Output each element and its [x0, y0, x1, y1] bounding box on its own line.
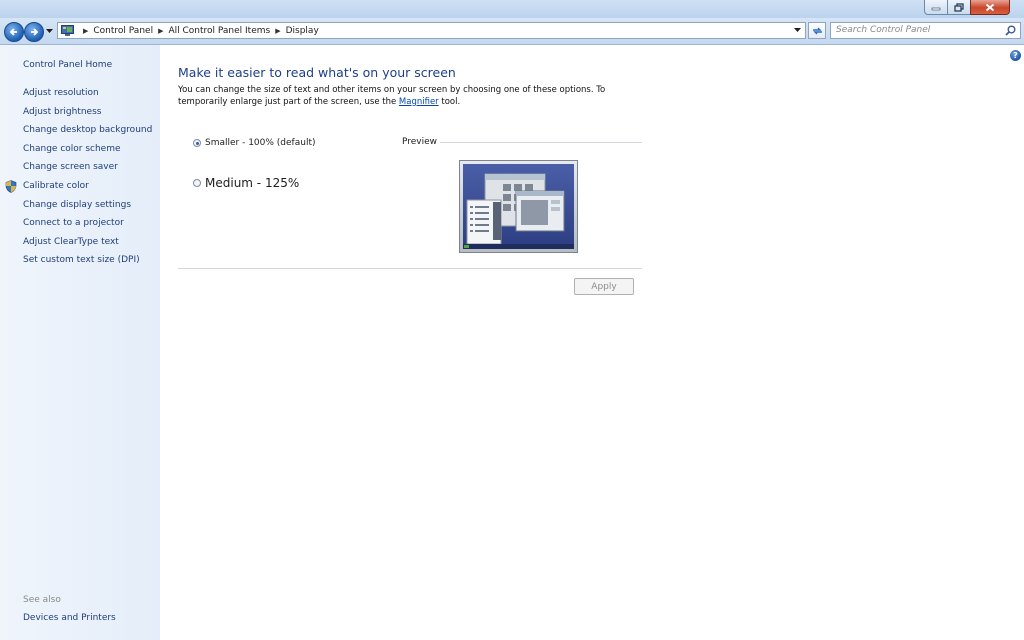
sidebar: Control Panel Home Adjust resolution Adj… — [0, 45, 160, 640]
close-button[interactable] — [970, 0, 1010, 15]
address-bar[interactable]: ▶ Control Panel ▶ All Control Panel Item… — [57, 22, 806, 39]
sidebar-item-custom-dpi[interactable]: Set custom text size (DPI) — [23, 255, 152, 274]
recent-pages-dropdown-icon[interactable] — [46, 29, 53, 34]
page-description: You can change the size of text and othe… — [178, 85, 648, 108]
option-smaller-100[interactable]: Smaller - 100% (default) — [193, 138, 315, 148]
radio-smaller[interactable] — [193, 139, 201, 147]
back-button[interactable] — [4, 22, 24, 42]
shield-icon — [5, 180, 17, 193]
sidebar-item-label: Calibrate color — [23, 180, 89, 191]
breadcrumb-control-panel[interactable]: Control Panel — [93, 26, 153, 36]
sidebar-item-change-desktop-background[interactable]: Change desktop background — [23, 125, 152, 144]
see-also-heading: See also — [23, 595, 61, 605]
breadcrumb-all-items[interactable]: All Control Panel Items — [168, 26, 270, 36]
help-icon[interactable]: ? — [1010, 50, 1021, 61]
sidebar-item-calibrate-color[interactable]: Calibrate color — [5, 180, 152, 200]
sidebar-item-adjust-resolution[interactable]: Adjust resolution — [23, 88, 152, 107]
minimize-icon — [931, 7, 941, 11]
sidebar-item-adjust-cleartype[interactable]: Adjust ClearType text — [23, 237, 152, 256]
option-label: Smaller - 100% (default) — [205, 138, 316, 148]
search-icon[interactable] — [1005, 25, 1016, 36]
arrow-right-icon — [31, 28, 39, 36]
apply-button[interactable]: Apply — [574, 278, 634, 295]
sidebar-control-panel-home[interactable]: Control Panel Home — [23, 60, 112, 70]
address-toolbar: ▶ Control Panel ▶ All Control Panel Item… — [0, 18, 1024, 45]
restore-button[interactable] — [947, 0, 971, 15]
description-text: You can change the size of text and othe… — [178, 85, 606, 107]
minimize-button[interactable] — [924, 0, 948, 15]
forward-button[interactable] — [24, 22, 44, 42]
breadcrumb-display[interactable]: Display — [286, 26, 319, 36]
arrow-left-icon — [9, 28, 17, 36]
preview-image — [459, 160, 578, 253]
breadcrumb-separator-icon[interactable]: ▶ — [83, 27, 88, 35]
refresh-button[interactable] — [808, 22, 826, 39]
breadcrumb-separator-icon[interactable]: ▶ — [158, 27, 163, 35]
sidebar-item-change-screen-saver[interactable]: Change screen saver — [23, 162, 152, 181]
close-icon — [985, 3, 995, 11]
option-label: Medium - 125% — [205, 176, 300, 190]
option-medium-125[interactable]: Medium - 125% — [193, 176, 299, 190]
control-panel-icon — [61, 25, 74, 36]
search-placeholder: Search Control Panel — [836, 25, 931, 35]
radio-medium[interactable] — [193, 179, 201, 187]
preview-divider — [440, 142, 642, 143]
address-dropdown-icon[interactable] — [794, 28, 801, 33]
monitor-preview-icon — [463, 164, 574, 249]
page-title: Make it easier to read what's on your sc… — [178, 65, 456, 80]
sidebar-item-adjust-brightness[interactable]: Adjust brightness — [23, 107, 152, 126]
breadcrumb-separator-icon[interactable]: ▶ — [275, 27, 280, 35]
window-controls — [924, 0, 1010, 15]
sidebar-item-connect-projector[interactable]: Connect to a projector — [23, 218, 152, 237]
description-text-end: tool. — [438, 96, 461, 107]
refresh-icon — [812, 27, 822, 34]
magnifier-link[interactable]: Magnifier — [399, 97, 439, 107]
window-titlebar — [0, 0, 1024, 18]
sidebar-item-change-display-settings[interactable]: Change display settings — [23, 200, 152, 219]
sidebar-task-list: Adjust resolution Adjust brightness Chan… — [5, 88, 152, 274]
content-divider — [178, 268, 642, 269]
restore-icon — [954, 2, 964, 12]
sidebar-item-change-color-scheme[interactable]: Change color scheme — [23, 144, 152, 163]
search-input[interactable]: Search Control Panel — [830, 22, 1021, 39]
sidebar-item-devices-printers[interactable]: Devices and Printers — [23, 613, 116, 623]
preview-label: Preview — [402, 137, 438, 147]
